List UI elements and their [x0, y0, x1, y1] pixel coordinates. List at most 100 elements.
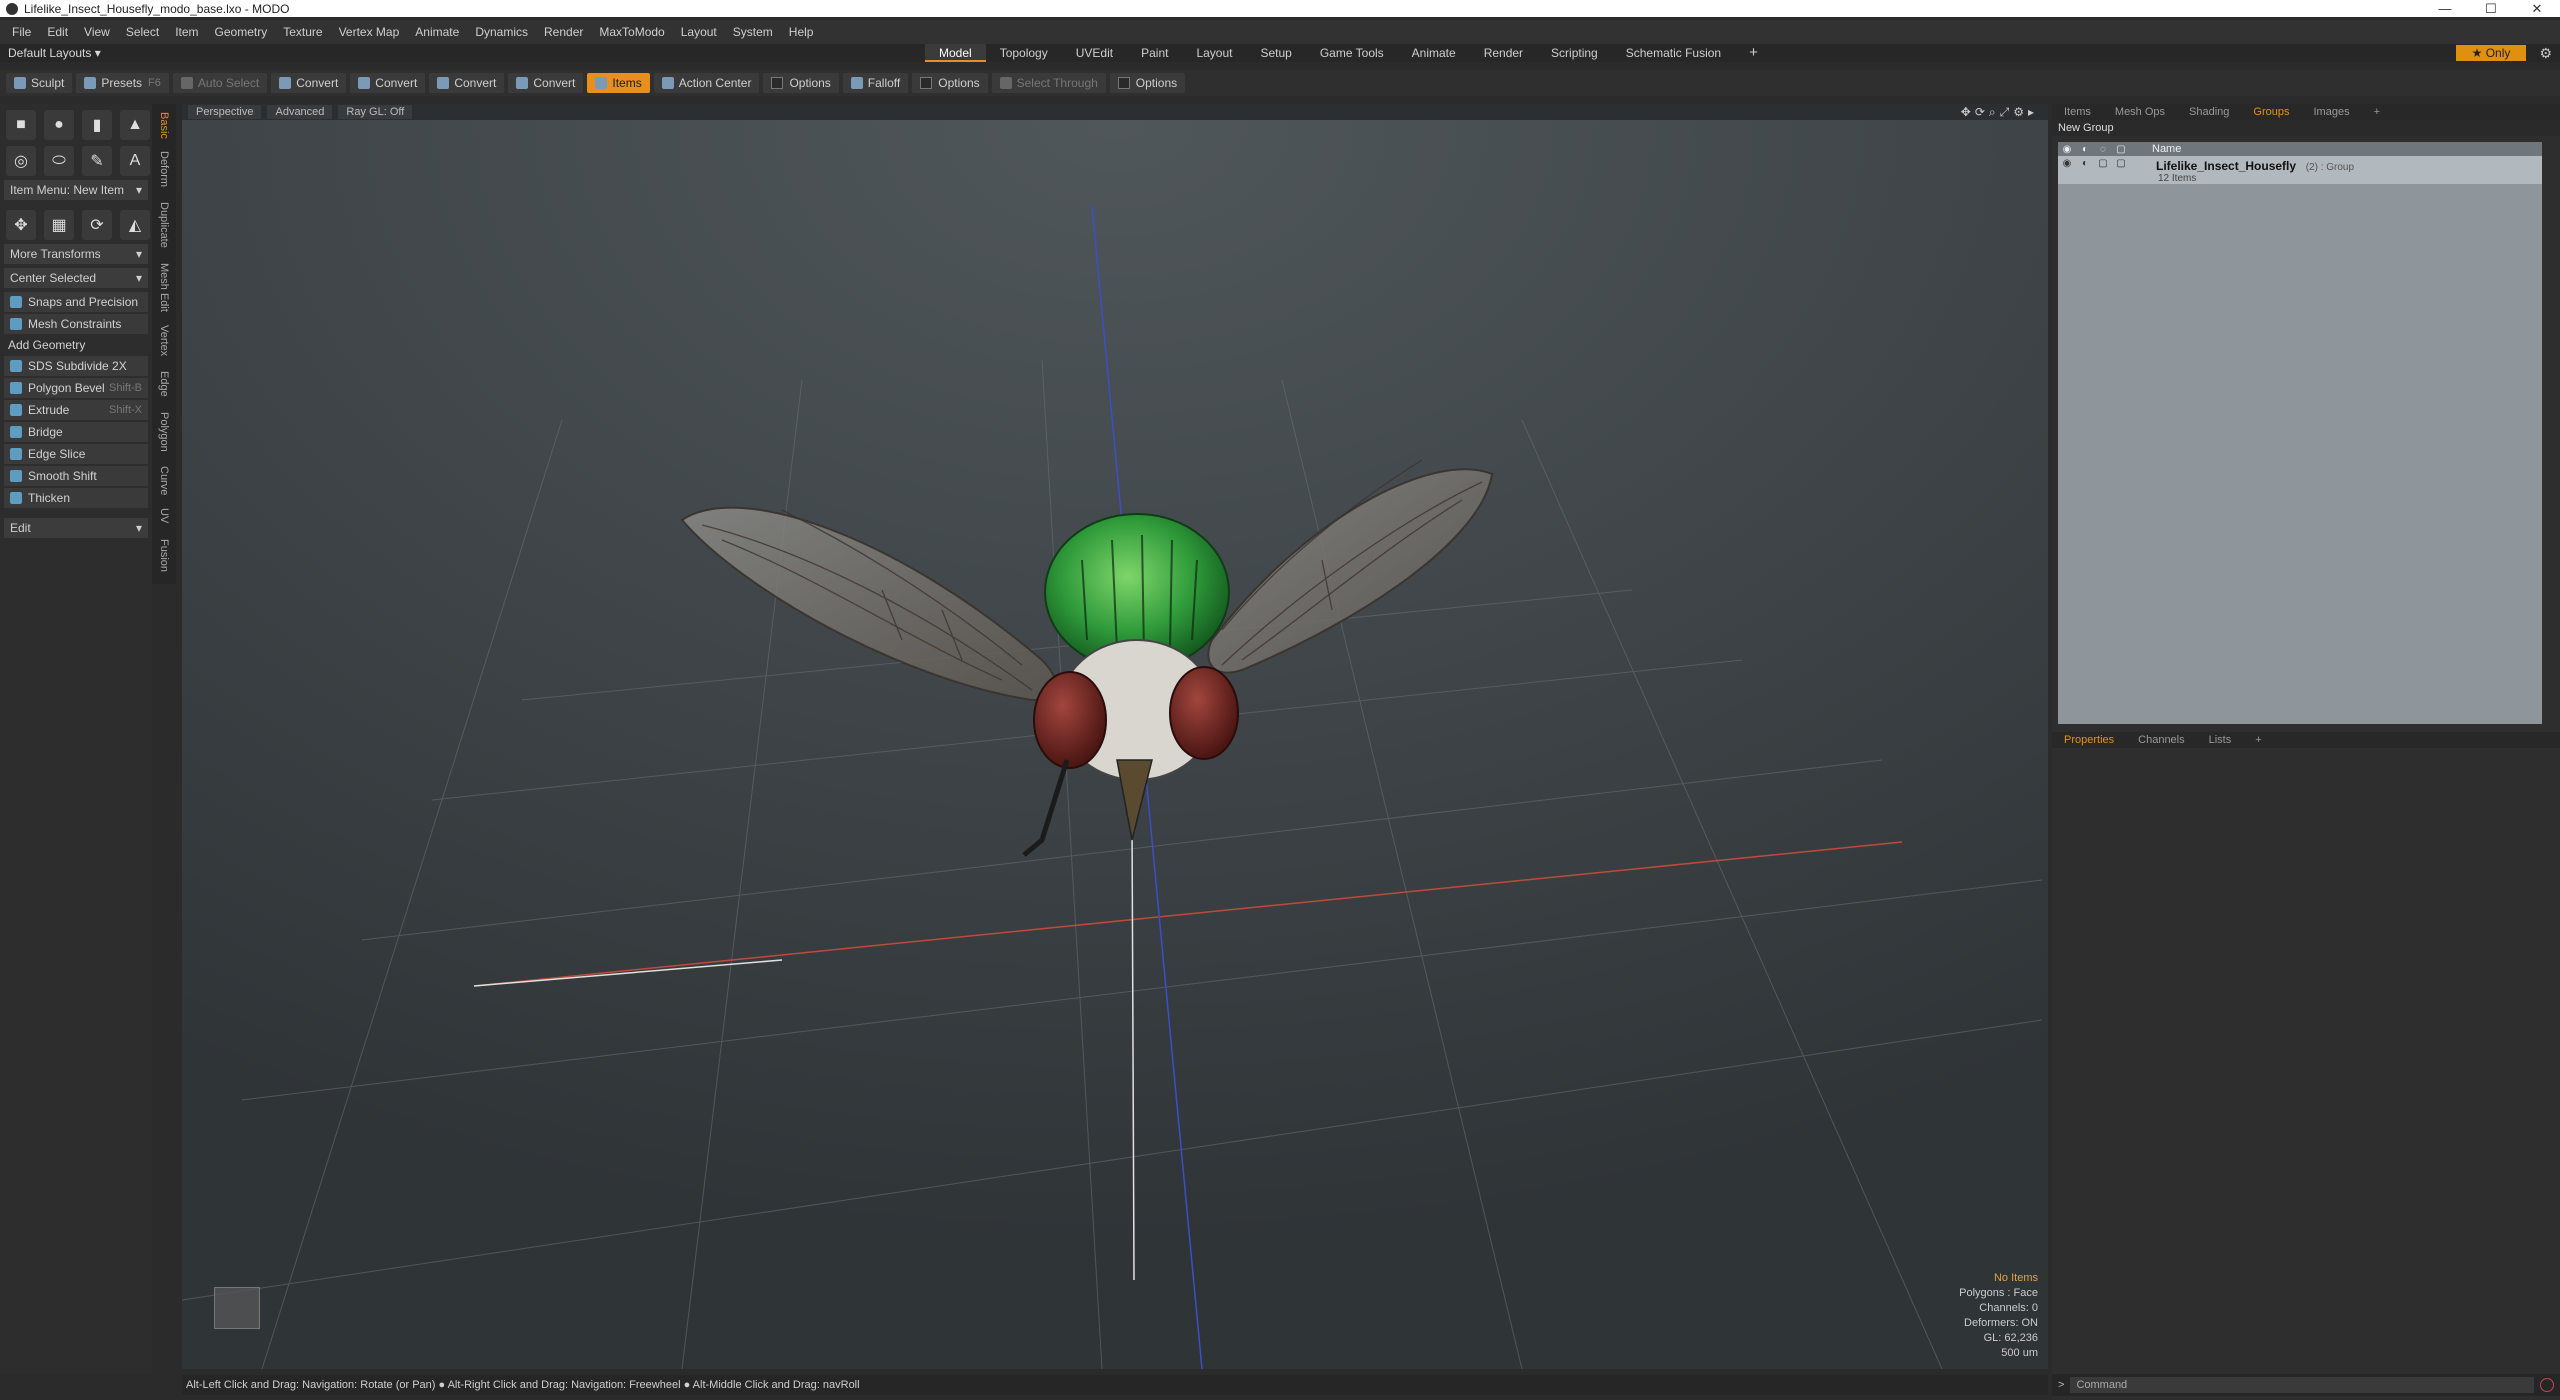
side-tab-uv[interactable]: UV — [152, 504, 176, 528]
smooth-shift-button[interactable]: Smooth Shift — [4, 466, 148, 486]
only-button[interactable]: ★ Only — [2456, 45, 2526, 61]
tab-add-properties[interactable]: + — [2243, 734, 2273, 746]
name-column-header[interactable]: Name — [2152, 143, 2181, 155]
convert-vertices-button[interactable]: Convert — [271, 73, 347, 93]
side-tab-curve[interactable]: Curve — [152, 462, 176, 500]
center-selected-dropdown[interactable]: Center Selected — [4, 268, 148, 288]
rotate-icon[interactable]: ⟳ — [82, 210, 112, 240]
side-tab-fusion[interactable]: Fusion — [152, 534, 176, 578]
mesh-constraints-button[interactable]: Mesh Constraints — [4, 314, 148, 334]
select-through-button[interactable]: Select Through — [991, 73, 1106, 93]
side-tab-vertex[interactable]: Vertex — [152, 320, 176, 362]
command-input[interactable]: Command — [2070, 1377, 2534, 1393]
menu-render[interactable]: Render — [536, 25, 591, 39]
tab-layout[interactable]: Layout — [1182, 44, 1246, 62]
polygon-bevel-button[interactable]: Polygon Bevel Shift-B — [4, 378, 148, 398]
lock-col-icon[interactable]: ◌ — [2094, 144, 2112, 155]
menu-geometry[interactable]: Geometry — [207, 25, 276, 39]
cylinder-icon[interactable]: ▮ — [82, 110, 112, 140]
menu-texture[interactable]: Texture — [275, 25, 330, 39]
menu-vertex-map[interactable]: Vertex Map — [331, 25, 408, 39]
text-icon[interactable]: A — [120, 146, 150, 176]
select-toggle-icon[interactable]: ▢ — [2112, 158, 2130, 169]
options-checkbox[interactable] — [771, 77, 784, 89]
convert-materials-button[interactable]: Convert — [508, 73, 584, 93]
tab-images[interactable]: Images — [2302, 106, 2362, 118]
more-transforms-dropdown[interactable]: More Transforms — [4, 244, 148, 264]
table-row[interactable]: ◉ ◐ ▢ ▢ Lifelike_Insect_Housefly (2) : G… — [2058, 156, 2542, 184]
clear-command-icon[interactable] — [2540, 1378, 2554, 1392]
3d-viewport[interactable]: Perspective Advanced Ray GL: Off ✥⟳⌕⤢⚙▸ — [182, 104, 2048, 1369]
items-button[interactable]: Items — [587, 73, 650, 93]
extrude-button[interactable]: Extrude Shift-X — [4, 400, 148, 420]
side-tab-edge[interactable]: Edge — [152, 366, 176, 402]
tab-paint[interactable]: Paint — [1127, 44, 1182, 62]
lock-toggle-icon[interactable]: ▢ — [2094, 158, 2112, 169]
orientation-cube[interactable] — [214, 1287, 260, 1329]
tab-game-tools[interactable]: Game Tools — [1306, 44, 1398, 62]
menu-edit[interactable]: Edit — [39, 25, 76, 39]
raygl-toggle[interactable]: Ray GL: Off — [338, 105, 413, 119]
default-layouts-dropdown[interactable]: Default Layouts ▾ — [0, 46, 170, 60]
select-options-checkbox[interactable] — [1117, 77, 1130, 89]
torus-icon[interactable]: ◎ — [6, 146, 36, 176]
menu-help[interactable]: Help — [781, 25, 822, 39]
tab-groups[interactable]: Groups — [2241, 106, 2301, 118]
select-options-button[interactable]: Options — [1109, 73, 1186, 93]
item-menu-dropdown[interactable]: Item Menu: New Item — [4, 180, 148, 200]
move-icon[interactable]: ✥ — [6, 210, 36, 240]
menu-file[interactable]: File — [4, 25, 39, 39]
render-col-icon[interactable]: ◐ — [2076, 144, 2094, 155]
tab-topology[interactable]: Topology — [986, 44, 1062, 62]
add-tab-button[interactable]: + — [1735, 44, 1772, 62]
edit-dropdown[interactable]: Edit — [4, 518, 148, 538]
gear-icon[interactable]: ⚙ — [2539, 45, 2552, 62]
side-tab-deform[interactable]: Deform — [152, 146, 176, 192]
convert-polygons-button[interactable]: Convert — [429, 73, 505, 93]
pen-icon[interactable]: ✎ — [82, 146, 112, 176]
render-toggle-icon[interactable]: ◐ — [2076, 158, 2094, 169]
viewport-nav-icons[interactable]: ✥⟳⌕⤢⚙▸ — [1961, 105, 2038, 120]
cone-icon[interactable]: ▲ — [120, 110, 150, 140]
eye-icon[interactable]: ◉ — [2058, 158, 2076, 169]
tab-schematic-fusion[interactable]: Schematic Fusion — [1612, 44, 1735, 62]
tab-add[interactable]: + — [2362, 106, 2392, 118]
cube-icon[interactable]: ■ — [6, 110, 36, 140]
menu-system[interactable]: System — [725, 25, 781, 39]
snaps-precision-button[interactable]: Snaps and Precision — [4, 292, 148, 312]
tab-scripting[interactable]: Scripting — [1537, 44, 1612, 62]
grid-icon[interactable]: ▦ — [44, 210, 74, 240]
tab-shading[interactable]: Shading — [2177, 106, 2241, 118]
presets-button[interactable]: Presets F6 — [76, 73, 169, 93]
sphere-icon[interactable]: ● — [44, 110, 74, 140]
menu-dynamics[interactable]: Dynamics — [467, 25, 536, 39]
side-tab-duplicate[interactable]: Duplicate — [152, 196, 176, 254]
tab-model[interactable]: Model — [925, 44, 986, 62]
select-col-icon[interactable]: ▢ — [2112, 144, 2130, 155]
visibility-col-icon[interactable]: ◉ — [2058, 144, 2076, 155]
tab-lists[interactable]: Lists — [2197, 734, 2244, 746]
menu-animate[interactable]: Animate — [407, 25, 467, 39]
side-tab-basic[interactable]: Basic — [152, 108, 176, 142]
minimize-button[interactable]: — — [2422, 1, 2468, 16]
add-geometry-section[interactable]: Add Geometry — [4, 336, 148, 354]
edge-slice-button[interactable]: Edge Slice — [4, 444, 148, 464]
tab-channels[interactable]: Channels — [2126, 734, 2196, 746]
falloff-options-checkbox[interactable] — [920, 77, 933, 89]
sds-subdivide-button[interactable]: SDS Subdivide 2X — [4, 356, 148, 376]
menu-layout[interactable]: Layout — [673, 25, 725, 39]
falloff-options-button[interactable]: Options — [912, 73, 988, 93]
auto-select-button[interactable]: Auto Select — [172, 73, 268, 93]
new-group-button[interactable]: New Group — [2052, 120, 2560, 136]
close-button[interactable]: ✕ — [2514, 1, 2560, 17]
convert-edges-button[interactable]: Convert — [350, 73, 426, 93]
tab-uvedit[interactable]: UVEdit — [1062, 44, 1127, 62]
action-center-button[interactable]: Action Center — [653, 73, 760, 93]
menu-view[interactable]: View — [76, 25, 118, 39]
tab-mesh-ops[interactable]: Mesh Ops — [2103, 106, 2177, 118]
tab-animate[interactable]: Animate — [1398, 44, 1470, 62]
menu-select[interactable]: Select — [118, 25, 167, 39]
thicken-button[interactable]: Thicken — [4, 488, 148, 508]
shading-mode-dropdown[interactable]: Advanced — [267, 105, 333, 119]
view-type-dropdown[interactable]: Perspective — [188, 105, 262, 119]
